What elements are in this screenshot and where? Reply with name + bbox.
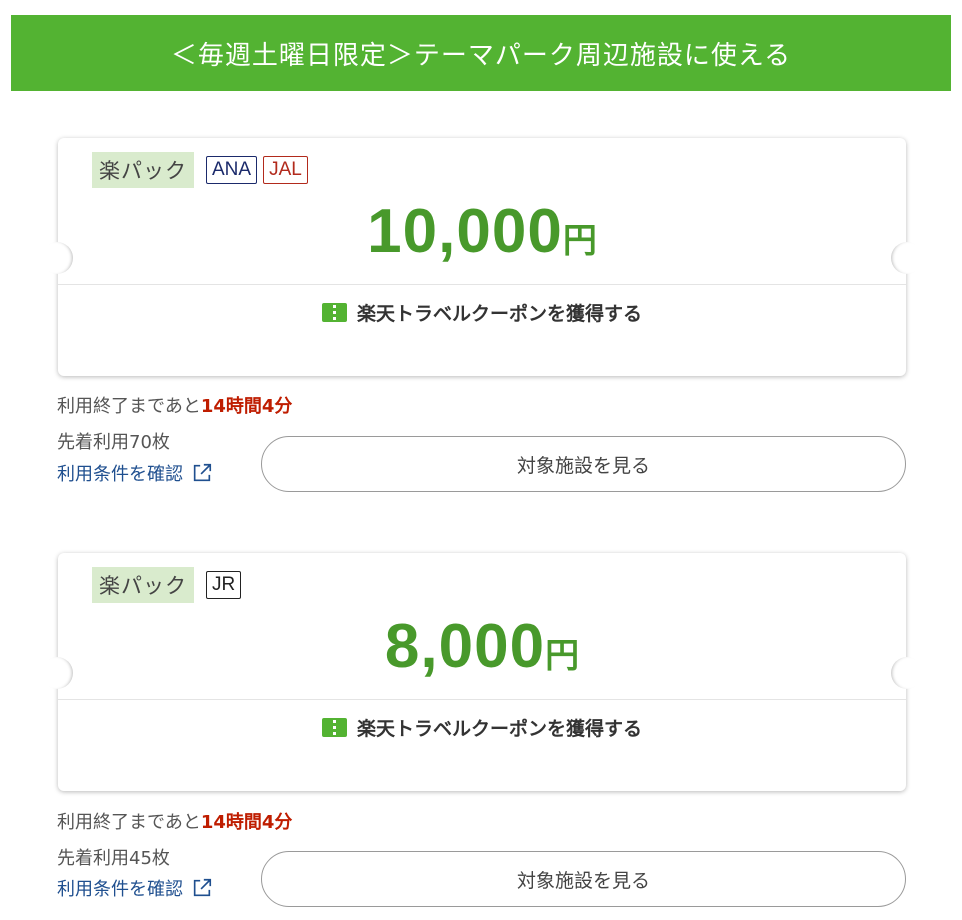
remaining-prefix: 利用終了まであと — [57, 812, 201, 833]
currency-unit: 円 — [545, 636, 580, 676]
view-facilities-label: 対象施設を見る — [516, 869, 650, 892]
view-facilities-label: 対象施設を見る — [516, 454, 650, 477]
remaining-time: 利用終了まであと14時間4分 — [57, 392, 292, 418]
stock-count: 先着利用45枚 — [57, 848, 170, 869]
terms-link[interactable]: 利用条件を確認 — [57, 875, 213, 901]
coupon-amount: 8,000円 — [58, 611, 906, 682]
ticket-icon — [321, 302, 347, 322]
acquire-coupon-button[interactable]: 楽天トラベルクーポンを獲得する — [58, 285, 906, 339]
acquire-coupon-label: 楽天トラベルクーポンを獲得する — [356, 717, 642, 740]
pack-tag: 楽パック — [92, 152, 194, 188]
external-link-icon — [193, 463, 212, 482]
rail-badge-jr: JR — [206, 571, 242, 599]
coupon-tags: 楽パック JR — [92, 567, 242, 603]
acquire-coupon-button[interactable]: 楽天トラベルクーポンを獲得する — [58, 700, 906, 754]
airline-badge-jal: JAL — [263, 156, 308, 184]
stock-count: 先着利用70枚 — [57, 432, 170, 453]
terms-link-label: 利用条件を確認 — [57, 879, 183, 900]
banner-title: ＜毎週土曜日限定＞テーマパーク周辺施設に使える — [170, 40, 792, 71]
amount-value: 8,000 — [384, 612, 546, 681]
ticket-icon — [321, 717, 347, 737]
coupon-card: 楽パック ANA JAL 10,000円 楽天トラベルクーポンを獲得する — [41, 138, 923, 376]
currency-unit: 円 — [562, 221, 597, 261]
external-link-icon — [193, 878, 212, 897]
terms-link-label: 利用条件を確認 — [57, 464, 183, 485]
coupon-amount: 10,000円 — [58, 196, 906, 267]
airline-badge-ana: ANA — [206, 156, 258, 184]
pack-tag: 楽パック — [92, 567, 194, 603]
coupon-card: 楽パック JR 8,000円 楽天トラベルクーポンを獲得する — [41, 553, 923, 791]
remaining-time: 利用終了まであと14時間4分 — [57, 808, 292, 834]
remaining-time-value: 14時間4分 — [200, 812, 293, 833]
amount-value: 10,000 — [367, 197, 563, 266]
terms-link[interactable]: 利用条件を確認 — [57, 460, 213, 486]
coupon-tags: 楽パック ANA JAL — [92, 152, 308, 188]
view-facilities-button[interactable]: 対象施設を見る — [261, 851, 906, 907]
remaining-time-value: 14時間4分 — [200, 396, 293, 417]
promo-banner: ＜毎週土曜日限定＞テーマパーク周辺施設に使える — [11, 15, 951, 91]
acquire-coupon-label: 楽天トラベルクーポンを獲得する — [356, 302, 642, 325]
view-facilities-button[interactable]: 対象施設を見る — [261, 436, 906, 492]
remaining-prefix: 利用終了まであと — [57, 396, 201, 417]
